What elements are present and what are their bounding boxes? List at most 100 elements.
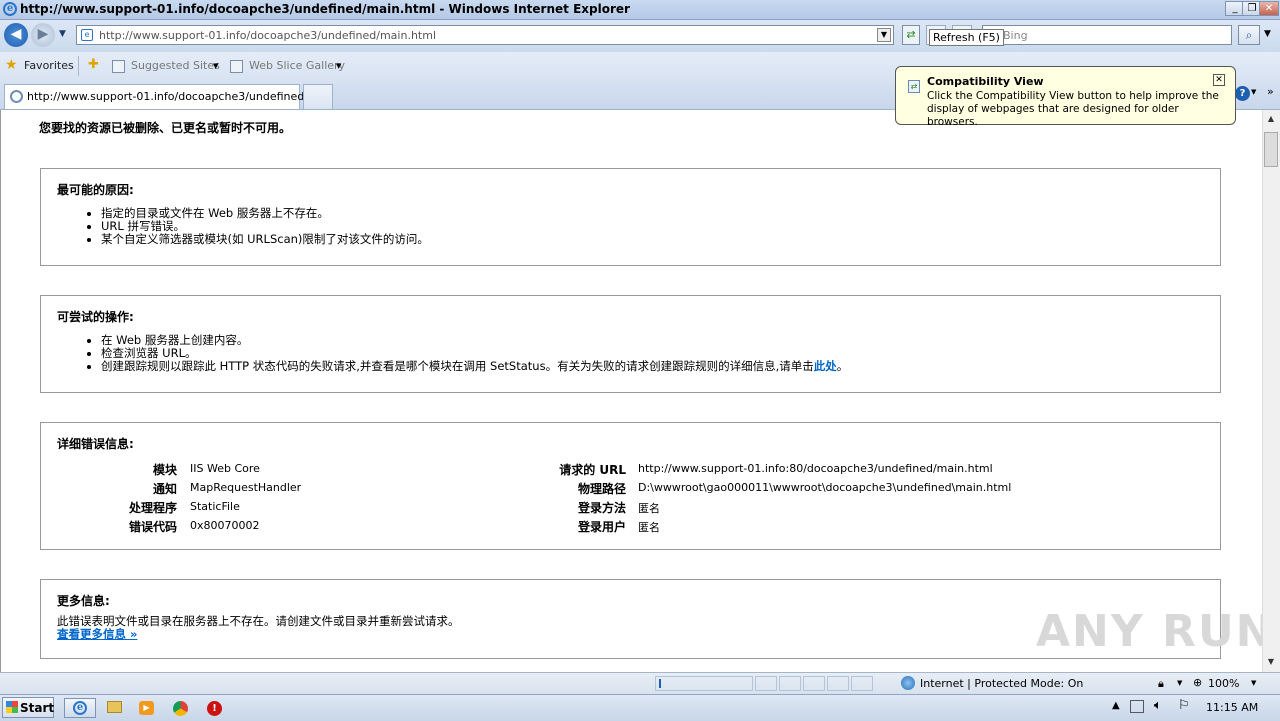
list-item-text: 创建跟踪规则以跟踪此 HTTP 状态代码的失败请求,并查看是哪个模块在调用 Se… [101,359,814,373]
page-icon: e [81,29,93,41]
refresh-tooltip: Refresh (F5) [929,29,1004,46]
recent-pages-dropdown-icon[interactable]: ▼ [59,29,66,39]
search-box[interactable]: Bing [982,25,1232,45]
protected-mode-icon[interactable]: 🔒︎ [1158,677,1164,691]
media-player-icon: ▶ [139,701,154,715]
close-window-button[interactable]: ✕ [1259,1,1279,16]
compatibility-view-icon: ⇄ [908,80,920,93]
tab-label: http://www.support-01.info/docoapche3/un… [27,90,319,103]
ie-icon: e [73,701,87,715]
help-dropdown-icon[interactable]: ▼ [1251,88,1256,96]
list-item-suffix: 。 [836,359,849,373]
suggested-sites-link[interactable]: Suggested Sites [131,59,220,72]
taskbar-explorer-button[interactable] [104,698,126,718]
status-cell [755,676,777,691]
network-icon[interactable] [1130,700,1144,713]
web-slice-dropdown-icon[interactable]: ▼ [336,62,341,70]
web-slice-icon [230,60,243,73]
taskbar-chrome-button[interactable] [170,698,192,718]
add-to-favorites-icon[interactable]: ✚ [88,57,99,72]
status-bar: Internet | Protected Mode: On 🔒︎ ▼ ⊕ 100… [0,672,1280,694]
back-button[interactable]: ◀ [4,23,28,47]
detail-label: 错误代码 [128,520,177,534]
new-tab-button[interactable] [303,84,333,109]
clock[interactable]: 11:15 AM [1206,701,1258,714]
detail-label: 登录方法 [577,501,626,515]
list-item: 某个自定义筛选器或模块(如 URLScan)限制了对该文件的访问。 [101,233,429,246]
start-label: Start [20,701,55,715]
detail-value: MapRequestHandler [190,481,302,494]
taskbar-app-button[interactable]: ! [204,698,226,718]
status-cell [779,676,801,691]
details-panel: 详细错误信息: 模块 IIS Web Core 通知 MapRequestHan… [40,422,1221,550]
details-title: 详细错误信息: [57,437,134,451]
start-button[interactable]: Start [2,697,54,718]
detail-label: 登录用户 [577,520,626,534]
scroll-up-icon[interactable]: ▲ [1264,112,1278,126]
action-center-flag-icon[interactable]: ⚐ [1178,698,1190,713]
detail-value: http://www.support-01.info:80/docoapche3… [638,462,993,475]
close-balloon-icon[interactable]: ✕ [1213,74,1225,86]
reasons-panel: 最可能的原因: 指定的目录或文件在 Web 服务器上不存在。 URL 拼写错误。… [40,168,1221,266]
favorites-button[interactable]: Favorites [24,59,74,72]
security-zone-text[interactable]: Internet | Protected Mode: On [920,677,1083,690]
search-input[interactable]: Bing [1003,29,1028,42]
reasons-title: 最可能的原因: [57,183,134,197]
suggested-sites-dropdown-icon[interactable]: ▼ [213,62,218,70]
here-link[interactable]: 此处 [814,359,837,373]
help-icon[interactable]: ? [1235,86,1250,101]
taskbar-media-button[interactable]: ▶ [136,698,158,718]
actions-title: 可尝试的操作: [57,310,134,324]
page-content: 您要找的资源已被删除、已更名或暂时不可用。 最可能的原因: 指定的目录或文件在 … [0,110,1263,672]
separator [78,56,79,76]
detail-value: 0x80070002 [190,519,260,532]
detail-label: 处理程序 [128,501,177,515]
zoom-dropdown-icon[interactable]: ▼ [1251,679,1256,687]
loading-icon [10,90,23,103]
detail-value: StaticFile [190,500,240,513]
page-heading: 您要找的资源已被删除、已更名或暂时不可用。 [39,121,292,135]
actions-list: 在 Web 服务器上创建内容。 检查浏览器 URL。 创建跟踪规则以跟踪此 HT… [85,334,848,373]
detail-value: D:\wwwroot\gao000011\wwwroot\docoapche3\… [638,481,1012,494]
compatibility-view-icon[interactable]: ⇄ [902,25,920,45]
more-info-link[interactable]: 查看更多信息 » [57,626,137,642]
address-url[interactable]: http://www.support-01.info/docoapche3/un… [99,29,436,42]
address-bar[interactable]: e http://www.support-01.info/docoapche3/… [76,25,894,45]
chrome-icon [173,701,188,716]
zoom-level[interactable]: 100% [1208,677,1239,690]
volume-icon[interactable]: 🔈︎ [1154,698,1162,713]
address-dropdown-icon[interactable]: ▼ [877,28,891,42]
watermark: ANY RUN [1036,606,1275,657]
navigation-bar: ◀ ▶ ▼ e http://www.support-01.info/docoa… [0,20,1280,52]
windows-logo-icon [6,701,18,713]
detail-label: 通知 [152,482,177,496]
web-slice-gallery-link[interactable]: Web Slice Gallery [249,59,345,72]
suggested-sites-icon [112,60,125,73]
progress-fill [659,679,661,688]
window-title: http://www.support-01.info/docoapche3/un… [20,2,630,16]
status-cell [851,676,873,691]
tab-current[interactable]: http://www.support-01.info/docoapche3/un… [4,84,318,109]
scroll-down-icon[interactable]: ▼ [1264,655,1278,669]
detail-value: IIS Web Core [190,462,260,475]
ie-logo-icon: e [3,2,17,16]
taskbar-ie-button[interactable]: e [64,698,96,718]
status-cell [827,676,849,691]
warning-app-icon: ! [207,701,222,716]
forward-button[interactable]: ▶ [31,23,55,47]
balloon-title: Compatibility View [927,75,1044,88]
show-hidden-icons-icon[interactable]: ▲ [1112,700,1120,711]
balloon-body: Click the Compatibility View button to h… [927,90,1219,128]
more-tools-icon[interactable]: » [1267,85,1274,98]
reasons-list: 指定的目录或文件在 Web 服务器上不存在。 URL 拼写错误。 某个自定义筛选… [85,207,429,246]
list-item: 在 Web 服务器上创建内容。 [101,334,848,347]
scrollbar-thumb[interactable] [1264,132,1278,167]
actions-panel: 可尝试的操作: 在 Web 服务器上创建内容。 检查浏览器 URL。 创建跟踪规… [40,295,1221,393]
zoom-icon[interactable]: ⊕ [1193,676,1202,689]
folder-icon [107,701,122,713]
search-options-icon[interactable]: ▼ [1264,29,1271,39]
vertical-scrollbar[interactable]: ▲ ▼ [1262,110,1280,672]
search-icon[interactable]: ⌕ [1238,25,1260,45]
detail-label: 请求的 URL [559,463,626,477]
zone-dropdown-icon[interactable]: ▼ [1177,679,1182,687]
